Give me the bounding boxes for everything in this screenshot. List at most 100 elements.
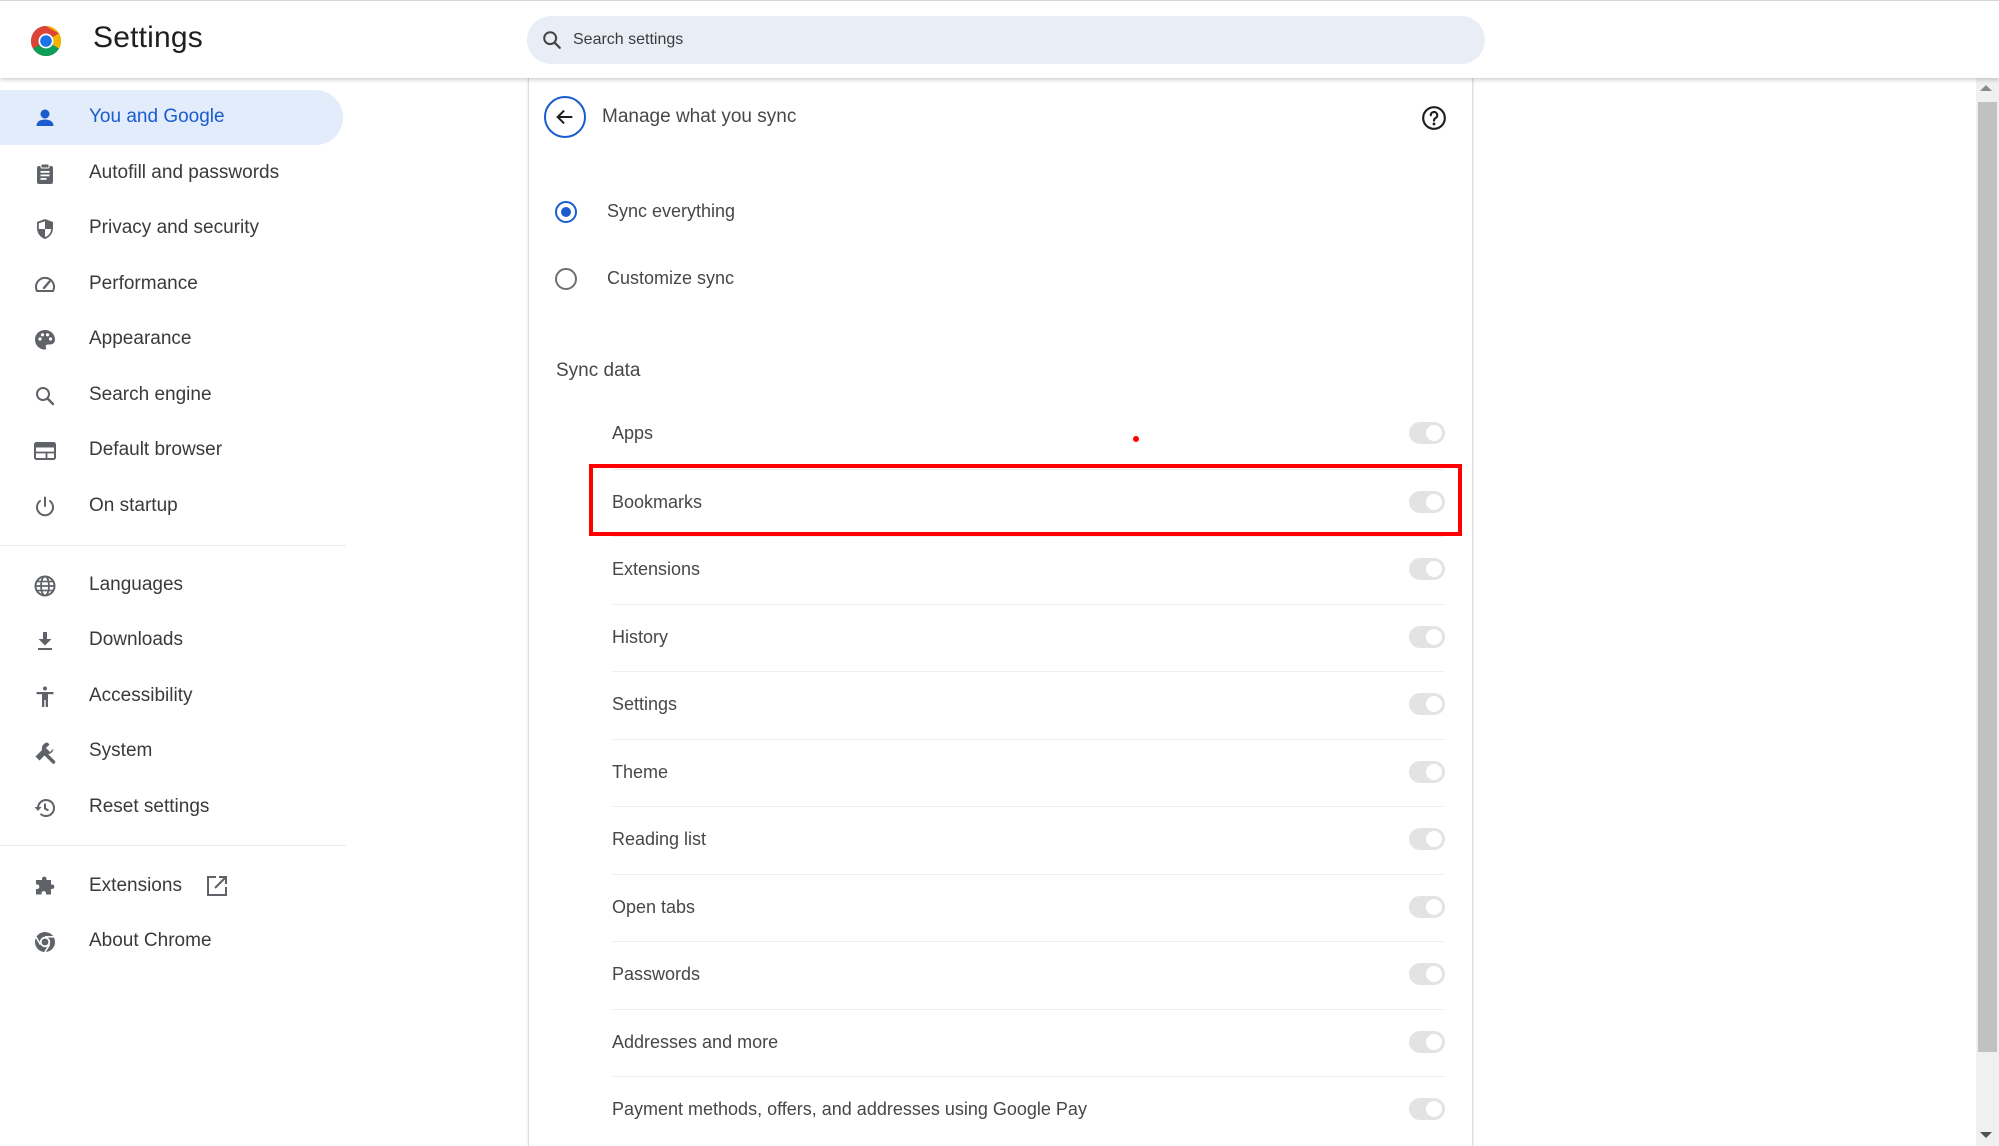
toggle-theme[interactable]	[1409, 760, 1445, 783]
sidebar-item-appearance[interactable]: Appearance	[0, 312, 343, 367]
sidebar-item-default-browser[interactable]: Default browser	[0, 423, 343, 478]
sync-settings-panel: Manage what you sync Sync everything Cus…	[528, 78, 1473, 1146]
section-title-sync-data: Sync data	[556, 360, 641, 381]
wrench-icon	[35, 742, 56, 764]
page-title: Manage what you sync	[602, 106, 797, 127]
chrome-logo-icon	[30, 25, 62, 57]
radio-button-checked[interactable]	[555, 201, 577, 223]
sidebar-item-downloads[interactable]: Downloads	[0, 613, 343, 668]
puzzle-icon	[36, 876, 55, 895]
sync-row-passwords: Passwords	[612, 941, 1445, 1008]
toggle-bookmarks[interactable]	[1409, 490, 1445, 513]
sidebar-divider	[0, 545, 346, 546]
scroll-down-arrow-icon[interactable]	[1980, 1132, 1992, 1138]
person-icon	[36, 109, 54, 126]
sync-item-label: History	[612, 626, 669, 647]
sync-item-label: Apps	[612, 423, 654, 443]
scroll-up-arrow-icon[interactable]	[1980, 85, 1992, 91]
toggle-open-tabs[interactable]	[1409, 895, 1445, 918]
sync-item-label: Addresses and more	[612, 1031, 779, 1052]
back-button[interactable]	[544, 96, 586, 138]
sidebar-item-search-engine[interactable]: Search engine	[0, 368, 343, 423]
sync-item-label: Settings	[612, 694, 678, 714]
sidebar-item-label: Default browser	[89, 439, 223, 460]
sync-row-apps: Apps	[612, 401, 1445, 468]
sidebar-item-label: Privacy and security	[89, 217, 260, 238]
sidebar-item-label: Extensions	[89, 875, 182, 896]
clipboard-icon	[37, 163, 53, 184]
toggle-history[interactable]	[1409, 625, 1445, 648]
toggle-payment-methods-offers-and-addresses-using-google-pay[interactable]	[1409, 1098, 1445, 1120]
sidebar-item-label: Reset settings	[89, 796, 210, 817]
vertical-scrollbar[interactable]	[1976, 78, 1999, 1146]
sync-item-label: Reading list	[612, 829, 707, 849]
sidebar-item-extensions[interactable]: Extensions	[0, 859, 343, 914]
sync-row-bookmarks: Bookmarks	[612, 468, 1445, 536]
sync-row-history: History	[612, 603, 1445, 671]
toggle-addresses-and-more[interactable]	[1409, 1030, 1445, 1053]
shield-icon	[37, 219, 53, 239]
sidebar-item-you-and-google[interactable]: You and Google	[0, 90, 343, 145]
sync-item-label: Theme	[612, 761, 669, 782]
sidebar-item-label: On startup	[89, 495, 178, 516]
sync-item-label: Extensions	[612, 559, 701, 579]
sync-row-settings: Settings	[612, 671, 1445, 738]
download-icon	[38, 632, 52, 650]
sync-item-label: Open tabs	[612, 896, 696, 917]
sync-row-theme: Theme	[612, 738, 1445, 806]
sidebar-item-privacy[interactable]: Privacy and security	[0, 201, 343, 256]
sidebar-item-label: Search engine	[89, 384, 212, 405]
chrome-outline-icon	[35, 932, 55, 953]
sidebar-item-label: Accessibility	[89, 685, 193, 706]
sync-item-label: Payment methods, offers, and addresses u…	[612, 1099, 1087, 1119]
toggle-reading-list[interactable]	[1409, 828, 1445, 850]
palette-icon	[35, 330, 55, 350]
sync-item-label: Bookmarks	[612, 491, 703, 512]
sidebar-item-autofill[interactable]: Autofill and passwords	[0, 146, 343, 201]
sync-row-open-tabs: Open tabs	[612, 873, 1445, 941]
help-circle-icon[interactable]	[1421, 105, 1447, 131]
click-marker-dot	[1133, 436, 1139, 442]
search-icon	[36, 387, 55, 406]
search-bar[interactable]	[527, 16, 1485, 64]
radio-label: Sync everything	[607, 201, 736, 221]
sidebar-item-languages[interactable]: Languages	[0, 558, 343, 613]
toggle-passwords[interactable]	[1409, 963, 1445, 985]
sync-row-extensions: Extensions	[612, 536, 1445, 603]
sidebar-item-label: You and Google	[89, 106, 225, 127]
sidebar-item-reset-settings[interactable]: Reset settings	[0, 780, 343, 835]
sync-row-payment-methods-offers-and-addresses-using-google-pay: Payment methods, offers, and addresses u…	[612, 1076, 1445, 1143]
sidebar-item-accessibility[interactable]: Accessibility	[0, 669, 343, 724]
sync-item-label: Passwords	[612, 964, 701, 984]
sidebar-item-label: Autofill and passwords	[89, 162, 280, 183]
radio-label: Customize sync	[607, 268, 735, 288]
sidebar-item-label: System	[89, 740, 153, 761]
history-reset-icon	[34, 799, 55, 817]
top-header: Settings	[0, 0, 1999, 78]
sidebar-item-about-chrome[interactable]: About Chrome	[0, 914, 343, 969]
sync-row-addresses-and-more: Addresses and more	[612, 1008, 1445, 1076]
radio-sync-everything[interactable]: Sync everything	[555, 192, 735, 232]
radio-button-unchecked[interactable]	[555, 268, 577, 290]
arrow-back-icon	[556, 109, 573, 125]
sidebar-item-label: Downloads	[89, 629, 183, 650]
scroll-thumb[interactable]	[1978, 102, 1997, 1052]
sidebar-divider	[0, 845, 346, 846]
external-link-icon	[207, 876, 227, 896]
app-title: Settings	[93, 21, 203, 54]
sync-row-reading-list: Reading list	[612, 806, 1445, 873]
power-icon	[36, 496, 54, 517]
browser-window-icon	[34, 442, 56, 460]
sidebar-item-performance[interactable]: Performance	[0, 257, 343, 312]
toggle-apps[interactable]	[1409, 422, 1445, 444]
speedometer-icon	[35, 276, 55, 292]
toggle-settings[interactable]	[1409, 693, 1445, 715]
search-input[interactable]	[573, 16, 1453, 64]
radio-customize-sync[interactable]: Customize sync	[555, 259, 734, 299]
sidebar-item-system[interactable]: System	[0, 724, 343, 779]
sidebar-item-label: Performance	[89, 273, 198, 294]
sidebar-nav: You and Google Autofill and passwords Pr…	[0, 78, 350, 1146]
sidebar-item-on-startup[interactable]: On startup	[0, 479, 343, 534]
search-icon	[543, 31, 561, 49]
toggle-extensions[interactable]	[1409, 558, 1445, 580]
